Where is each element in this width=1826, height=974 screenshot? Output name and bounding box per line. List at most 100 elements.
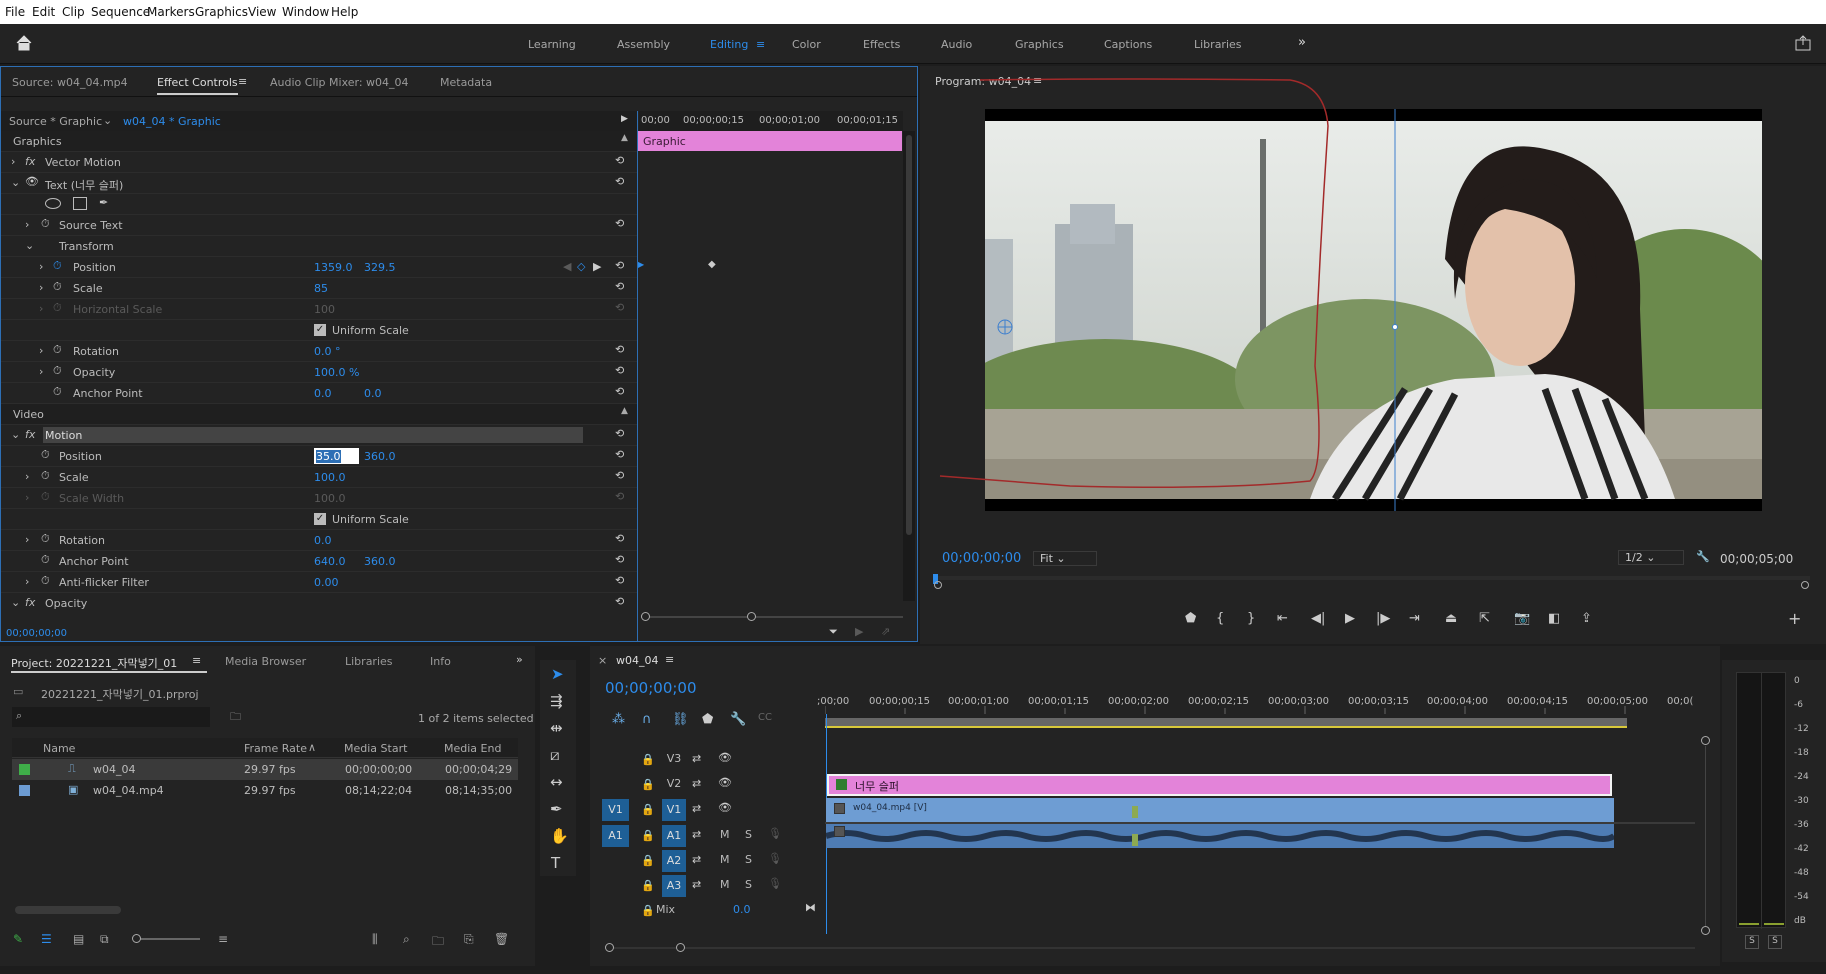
new-item-icon[interactable]: ⎘: [464, 932, 474, 947]
reset-icon[interactable]: ⟲: [615, 595, 624, 608]
effect-opacity[interactable]: ⌄ fx Opacity ⟲: [1, 593, 637, 611]
uniform-scale-checkbox[interactable]: ✓: [314, 513, 326, 525]
ripple-edit-tool-icon[interactable]: ⇹: [550, 719, 563, 737]
stopwatch-icon[interactable]: ⏱: [53, 343, 62, 357]
source-patch-a1[interactable]: A1: [602, 825, 629, 847]
lock-icon[interactable]: 🔒: [641, 879, 655, 892]
col-media-start[interactable]: Media Start: [344, 742, 407, 755]
razor-tool-icon[interactable]: ⧄: [550, 746, 560, 764]
voiceover-mic-icon[interactable]: 🎙: [768, 852, 782, 865]
solo-right-button[interactable]: S: [1768, 935, 1782, 949]
reset-icon[interactable]: ⟲: [615, 154, 624, 167]
workspace-editing[interactable]: Editing: [710, 38, 748, 51]
add-marker-icon[interactable]: ⬟: [1185, 611, 1196, 626]
keyframe-marker[interactable]: ◆: [708, 259, 716, 270]
prop-anti-flicker[interactable]: › ⏱ Anti-flicker Filter 0.00 ⟲: [1, 572, 637, 593]
more-tabs-icon[interactable]: »: [516, 653, 523, 666]
go-to-out-icon[interactable]: ⇥: [1409, 611, 1420, 626]
workspace-color[interactable]: Color: [792, 38, 821, 51]
clip-dropdown-icon[interactable]: ⌄: [103, 114, 112, 127]
mix-toggle-icon[interactable]: ⧓: [805, 901, 816, 914]
text-layer[interactable]: ⌄ 👁 Text (너무 슬퍼) ⟲: [1, 173, 637, 194]
linked-selection-icon[interactable]: ⛓: [672, 712, 689, 727]
lock-icon[interactable]: 🔒: [641, 753, 655, 766]
lock-icon[interactable]: 🔒: [641, 829, 655, 842]
tab-libraries[interactable]: Libraries: [345, 655, 393, 668]
tab-metadata[interactable]: Metadata: [440, 76, 492, 89]
project-row-clip[interactable]: ▣ w04_04.mp4 29.97 fps 08;14;22;04 08;14…: [12, 780, 518, 801]
graphic-clip-bar[interactable]: Graphic: [638, 131, 902, 151]
reset-icon[interactable]: ⟲: [615, 343, 624, 356]
project-row-sequence[interactable]: ⎍ w04_04 29.97 fps 00;00;00;00 00;00;04;…: [12, 759, 518, 780]
rectangle-mask-icon[interactable]: [73, 197, 87, 210]
lift-icon[interactable]: ⏏: [1445, 611, 1457, 626]
lock-icon[interactable]: 🔒: [641, 778, 655, 791]
share-icon[interactable]: [1795, 35, 1811, 51]
menu-edit[interactable]: Edit: [32, 5, 55, 19]
sync-lock-icon[interactable]: ⇄: [692, 828, 701, 841]
project-h-scrollbar[interactable]: [15, 906, 121, 914]
mix-volume[interactable]: 0.0: [733, 903, 751, 916]
video-audio-divider[interactable]: [825, 822, 1695, 824]
menu-sequence[interactable]: Sequence: [91, 5, 150, 19]
prop-graphic-opacity[interactable]: › ⏱ Opacity 100.0 % ⟲: [1, 362, 637, 383]
add-keyframe-icon[interactable]: ◇: [577, 260, 585, 273]
prev-keyframe-icon[interactable]: ◀: [563, 260, 571, 273]
mark-in-icon[interactable]: {: [1216, 611, 1224, 626]
stopwatch-icon[interactable]: ⏱: [53, 259, 62, 273]
timeline-title[interactable]: w04_04: [616, 654, 659, 667]
prop-graphic-scale[interactable]: › ⏱ Scale 85 ⟲: [1, 278, 637, 299]
prop-motion-scale[interactable]: › ⏱ Scale 100.0 ⟲: [1, 467, 637, 488]
reset-icon[interactable]: ⟲: [615, 553, 624, 566]
track-select-tool-icon[interactable]: ⇶: [550, 692, 563, 710]
play-icon[interactable]: ▶: [1345, 611, 1355, 626]
stopwatch-icon[interactable]: ⏱: [41, 574, 50, 588]
mute-button[interactable]: M: [720, 853, 730, 866]
prop-transform[interactable]: ⌄ Transform: [1, 236, 637, 257]
eye-icon[interactable]: 👁: [718, 801, 732, 814]
solo-button[interactable]: S: [745, 853, 752, 866]
prop-motion-rotation[interactable]: › ⏱ Rotation 0.0 ⟲: [1, 530, 637, 551]
menu-window[interactable]: Window: [282, 5, 329, 19]
snap-icon[interactable]: ∩: [642, 712, 652, 727]
mute-button[interactable]: M: [720, 878, 730, 891]
next-keyframe-icon[interactable]: ▶: [593, 260, 601, 273]
mute-button[interactable]: M: [720, 828, 730, 841]
export-frame-icon[interactable]: ⇪: [1581, 611, 1592, 626]
stopwatch-icon[interactable]: ⏱: [53, 364, 62, 378]
more-workspaces-icon[interactable]: »: [1298, 35, 1306, 50]
work-area-bar[interactable]: [825, 718, 1627, 728]
workspace-libraries[interactable]: Libraries: [1194, 38, 1242, 51]
prop-graphic-rotation[interactable]: › ⏱ Rotation 0.0 ° ⟲: [1, 341, 637, 362]
eye-icon[interactable]: 👁: [25, 175, 39, 188]
lock-icon[interactable]: 🔒: [641, 904, 655, 917]
home-icon[interactable]: [15, 35, 33, 51]
program-scrubber[interactable]: [933, 574, 1810, 589]
timeline-ruler[interactable]: ;00;00 00;00;00;15 00;00;01;00 00;00;01;…: [817, 688, 1695, 716]
menu-view[interactable]: View: [248, 5, 276, 19]
trash-icon[interactable]: 🗑: [494, 932, 509, 946]
workspace-audio[interactable]: Audio: [941, 38, 972, 51]
solo-button[interactable]: S: [745, 878, 752, 891]
sort-ascending-icon[interactable]: ∧: [308, 741, 316, 754]
sequence-clip-label[interactable]: w04_04 * Graphic: [123, 115, 221, 128]
timeline-timecode[interactable]: 00;00;00;00: [605, 679, 697, 697]
reset-icon[interactable]: ⟲: [615, 280, 624, 293]
reset-icon[interactable]: ⟲: [615, 385, 624, 398]
reset-icon[interactable]: ⟲: [615, 427, 624, 440]
lock-icon[interactable]: 🔒: [641, 803, 655, 816]
timeline-v-scroll[interactable]: [1701, 736, 1711, 948]
export-icon[interactable]: ⇗: [881, 625, 890, 638]
voiceover-mic-icon[interactable]: 🎙: [768, 877, 782, 890]
reset-icon[interactable]: ⟲: [615, 259, 624, 272]
program-timecode[interactable]: 00;00;00;00: [942, 551, 1021, 566]
reset-icon[interactable]: ⟲: [615, 448, 624, 461]
nest-icon[interactable]: ⁂: [612, 712, 625, 727]
menu-clip[interactable]: Clip: [62, 5, 85, 19]
tab-info[interactable]: Info: [430, 655, 451, 668]
workspace-captions[interactable]: Captions: [1104, 38, 1152, 51]
ellipse-mask-icon[interactable]: [45, 198, 61, 209]
tab-effect-controls[interactable]: Effect Controls: [157, 76, 238, 95]
icon-view-icon[interactable]: ▤: [73, 932, 84, 946]
reset-icon[interactable]: ⟲: [615, 364, 624, 377]
